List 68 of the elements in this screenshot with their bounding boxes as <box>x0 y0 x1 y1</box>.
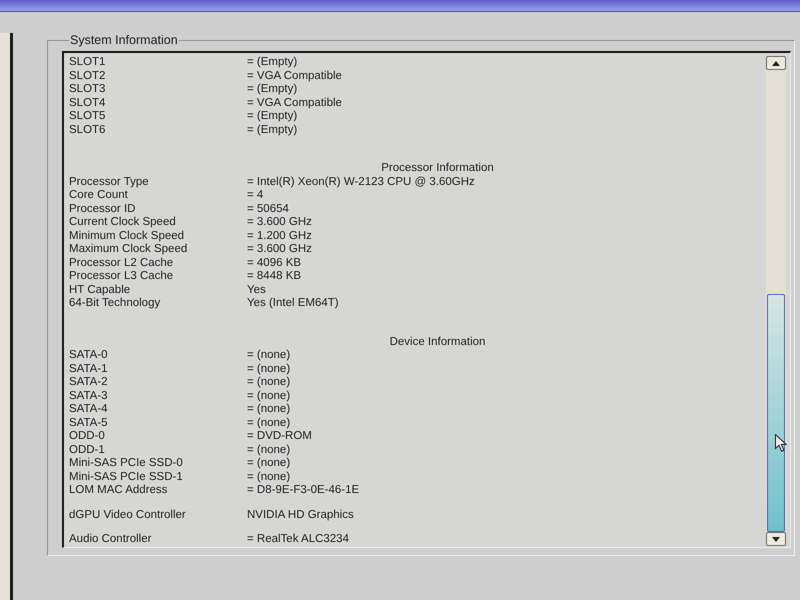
field-value: = Intel(R) Xeon(R) W-2123 CPU @ 3.60GHz <box>247 176 475 189</box>
field-value: = 8448 KB <box>247 270 302 284</box>
field-value: = VGA Compatible <box>247 70 342 83</box>
field-value: = (none) <box>247 470 290 484</box>
field-label: SLOT4 <box>69 96 106 110</box>
field-label: Processor Type <box>69 176 150 189</box>
field-value: = (Empty) <box>247 56 298 70</box>
field-value: = (none) <box>247 376 290 390</box>
field-label: Maximum Clock Speed <box>69 243 188 256</box>
field-label: HT Capable <box>69 284 132 297</box>
field-label: ODD-1 <box>69 444 106 457</box>
field-value: NVIDIA HD Graphics <box>247 508 354 522</box>
caret-up-icon <box>772 60 780 66</box>
field-value: = 4096 KB <box>247 256 302 270</box>
field-value: Yes <box>247 284 266 297</box>
field-value: = (Empty) <box>247 124 298 137</box>
scrollbar-thumb[interactable] <box>767 294 785 532</box>
field-label: SATA-2 <box>69 376 109 390</box>
field-value: = D8-9E-F3-0E-46-1E <box>247 484 360 498</box>
field-label: Core Count <box>69 189 129 202</box>
field-value: = DVD-ROM <box>247 430 312 444</box>
field-value: = 3.600 GHz <box>247 243 312 256</box>
field-label: Processor ID <box>69 202 136 216</box>
scroll-up-button[interactable] <box>766 56 786 70</box>
group-box-title: System Information <box>69 33 179 47</box>
field-value: = RealTek ALC3234 <box>247 533 349 546</box>
field-label: Mini-SAS PCIe SSD-0 <box>69 457 184 470</box>
field-value: = (none) <box>247 444 290 457</box>
caret-down-icon <box>772 536 780 542</box>
scroll-down-button[interactable] <box>766 532 786 546</box>
field-label: SATA-5 <box>69 416 109 430</box>
field-label: Current Clock Speed <box>69 216 177 230</box>
field-value: = (none) <box>247 349 290 362</box>
field-label: SATA-1 <box>69 362 109 376</box>
field-label: SATA-0 <box>69 349 109 362</box>
field-value: = (none) <box>247 457 290 470</box>
field-value: = (Empty) <box>247 110 298 124</box>
field-label: Processor L3 Cache <box>69 270 174 284</box>
section-heading: Processor Information <box>380 162 495 176</box>
field-label: LOM MAC Address <box>69 484 168 498</box>
field-label: Minimum Clock Speed <box>69 230 186 243</box>
field-label: Processor L2 Cache <box>69 256 174 270</box>
field-value: = (none) <box>247 416 290 430</box>
field-value: = (Empty) <box>247 83 298 96</box>
field-label: ODD-0 <box>69 430 106 444</box>
field-value: = 1.200 GHz <box>247 230 312 243</box>
field-label: SLOT3 <box>69 83 106 96</box>
field-label: SATA-4 <box>69 403 109 416</box>
field-label: 64-Bit Technology <box>69 297 162 310</box>
field-value: = (none) <box>247 362 290 376</box>
field-label: SLOT1 <box>69 56 106 70</box>
field-value: = 4 <box>247 189 264 202</box>
mouse-pointer-icon <box>775 434 787 452</box>
field-label: SLOT2 <box>69 70 106 83</box>
field-value: = (none) <box>247 403 290 416</box>
scrollbar[interactable] <box>766 56 786 546</box>
field-label: dGPU Video Controller <box>69 508 187 522</box>
field-label: Mini-SAS PCIe SSD-1 <box>69 470 184 484</box>
field-label: SATA-3 <box>69 390 109 403</box>
field-value: Yes (Intel EM64T) <box>247 297 339 310</box>
field-label: Audio Controller <box>69 533 152 546</box>
field-value: = 3.600 GHz <box>247 216 312 230</box>
field-label: SLOT5 <box>69 110 106 124</box>
field-value: = (none) <box>247 390 290 403</box>
field-value: = 50654 <box>247 202 289 216</box>
section-heading: Device Information <box>388 336 486 349</box>
field-value: = VGA Compatible <box>247 96 342 110</box>
field-label: SLOT6 <box>69 124 106 137</box>
